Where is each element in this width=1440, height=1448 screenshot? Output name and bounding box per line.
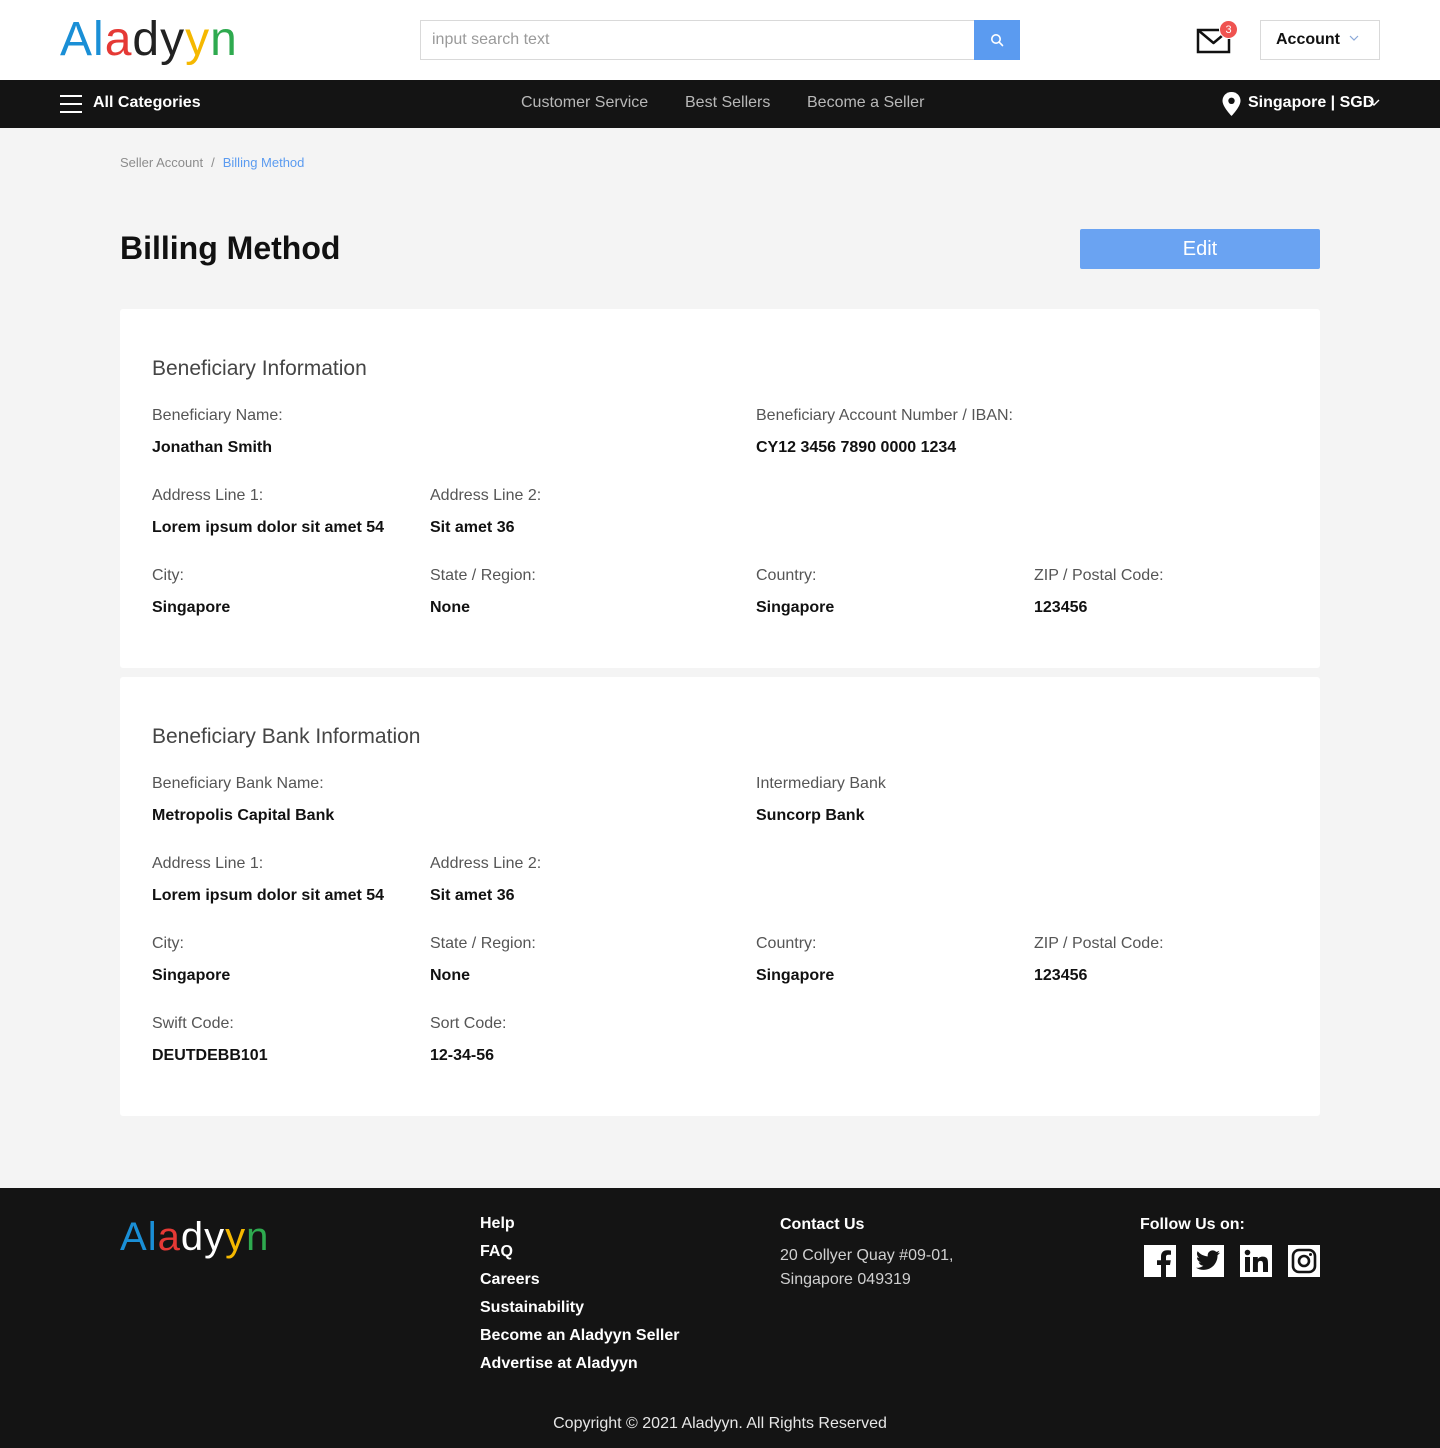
bank-zip-value: 123456 [1034,967,1088,984]
bank-address-line2-label: Address Line 2: [430,855,542,872]
beneficiary-name-label: Beneficiary Name: [152,407,283,424]
city-label: City: [152,567,184,584]
bank-country-value: Singapore [756,967,835,984]
logo-letter: d [180,1215,205,1259]
card-title: Beneficiary Bank Information [152,725,421,748]
intermediary-bank-value: Suncorp Bank [756,807,865,824]
footer-brand-logo[interactable]: Aladyyn [120,1212,269,1262]
address-line2-label: Address Line 2: [430,487,542,504]
copyright-text: Copyright © 2021 Aladyyn. All Rights Res… [553,1415,887,1432]
logo-letter: d [132,13,161,66]
page-title: Billing Method [120,230,341,266]
nav-become-seller[interactable]: Become a Seller [807,94,924,112]
logo-letter: y [204,1215,226,1259]
footer-link-careers[interactable]: Careers [480,1270,680,1298]
search-button[interactable] [974,20,1020,60]
breadcrumb-billing-method[interactable]: Billing Method [223,155,305,170]
facebook-icon[interactable] [1144,1245,1176,1277]
logo-letter: n [246,1215,270,1259]
search-icon [991,34,1004,47]
address-line1-label: Address Line 1: [152,487,264,504]
logo-letter: a [104,13,133,66]
breadcrumb-separator: / [211,155,215,170]
zip-value: 123456 [1034,599,1088,616]
logo-letter: l [93,13,105,66]
address-line2-value: Sit amet 36 [430,519,515,536]
bank-address-line1-value: Lorem ipsum dolor sit amet 54 [152,887,385,904]
search-bar [420,20,1020,60]
bank-name-label: Beneficiary Bank Name: [152,775,324,792]
swift-code-value: DEUTDEBB101 [152,1047,268,1064]
beneficiary-name-value: Jonathan Smith [152,439,273,456]
chevron-down-icon[interactable] [1368,97,1380,109]
contact-heading: Contact Us [780,1216,865,1233]
location-pin-icon [1222,92,1241,116]
bank-address-line2-value: Sit amet 36 [430,887,515,904]
breadcrumb: Seller Account / Billing Method [120,155,304,170]
swift-code-label: Swift Code: [152,1015,234,1032]
footer-links: Help FAQ Careers Sustainability Become a… [480,1214,680,1382]
logo-letter: a [157,1215,181,1259]
nav-customer-service[interactable]: Customer Service [521,94,648,112]
logo-letter: n [210,13,238,66]
search-input[interactable] [421,21,975,59]
address-line1-value: Lorem ipsum dolor sit amet 54 [152,519,385,536]
logo-letter: y [160,13,186,66]
bank-name-value: Metropolis Capital Bank [152,807,335,824]
logo-letter: y [225,1215,247,1259]
footer-link-become-seller[interactable]: Become an Aladyyn Seller [480,1326,680,1354]
intermediary-bank-label: Intermediary Bank [756,775,886,792]
chevron-down-icon [1349,35,1359,41]
hamburger-menu-icon[interactable] [60,93,84,115]
state-value: None [430,599,470,616]
location-currency-selector[interactable]: Singapore | SGD [1248,94,1374,112]
bank-country-label: Country: [756,935,817,952]
bank-city-label: City: [152,935,184,952]
country-value: Singapore [756,599,835,616]
sort-code-value: 12-34-56 [430,1047,495,1064]
follow-heading: Follow Us on: [1140,1216,1245,1233]
notification-badge: 3 [1219,20,1238,39]
country-label: Country: [756,567,817,584]
beneficiary-info-card: Beneficiary Information Beneficiary Name… [120,309,1320,668]
state-label: State / Region: [430,567,536,584]
linkedin-icon[interactable] [1240,1245,1272,1277]
category-nav: All Categories Customer Service Best Sel… [0,80,1440,128]
contact-address-line2: Singapore 049319 [780,1271,911,1288]
card-title: Beneficiary Information [152,357,367,380]
edit-button[interactable]: Edit [1080,229,1320,269]
iban-label: Beneficiary Account Number / IBAN: [756,407,1013,424]
logo-letter: A [120,1215,148,1259]
footer-link-help[interactable]: Help [480,1214,680,1242]
nav-best-sellers[interactable]: Best Sellers [685,94,770,112]
bank-state-label: State / Region: [430,935,536,952]
logo-letter: A [60,13,94,66]
footer-link-advertise[interactable]: Advertise at Aladyyn [480,1354,680,1382]
site-footer: Aladyyn Help FAQ Careers Sustainability … [0,1188,1440,1448]
contact-address: 20 Collyer Quay #09-01, Singapore 049319 [780,1244,953,1292]
contact-address-line1: 20 Collyer Quay #09-01, [780,1247,954,1264]
account-label: Account [1276,31,1340,48]
breadcrumb-seller-account[interactable]: Seller Account [120,155,203,170]
iban-value: CY12 3456 7890 0000 1234 [756,439,957,456]
zip-label: ZIP / Postal Code: [1034,567,1164,584]
twitter-icon[interactable] [1192,1245,1224,1277]
footer-link-faq[interactable]: FAQ [480,1242,680,1270]
logo-letter: y [185,13,211,66]
bank-address-line1-label: Address Line 1: [152,855,264,872]
brand-logo[interactable]: Aladyyn [60,10,238,70]
account-dropdown[interactable]: Account [1260,20,1380,60]
logo-letter: l [147,1215,158,1259]
city-value: Singapore [152,599,231,616]
bank-zip-label: ZIP / Postal Code: [1034,935,1164,952]
top-header: Aladyyn 3 Account [0,0,1440,80]
beneficiary-bank-card: Beneficiary Bank Information Beneficiary… [120,677,1320,1116]
bank-city-value: Singapore [152,967,231,984]
all-categories-link[interactable]: All Categories [93,94,201,112]
footer-link-sustainability[interactable]: Sustainability [480,1298,680,1326]
sort-code-label: Sort Code: [430,1015,507,1032]
instagram-icon[interactable] [1288,1245,1320,1277]
bank-state-value: None [430,967,470,984]
